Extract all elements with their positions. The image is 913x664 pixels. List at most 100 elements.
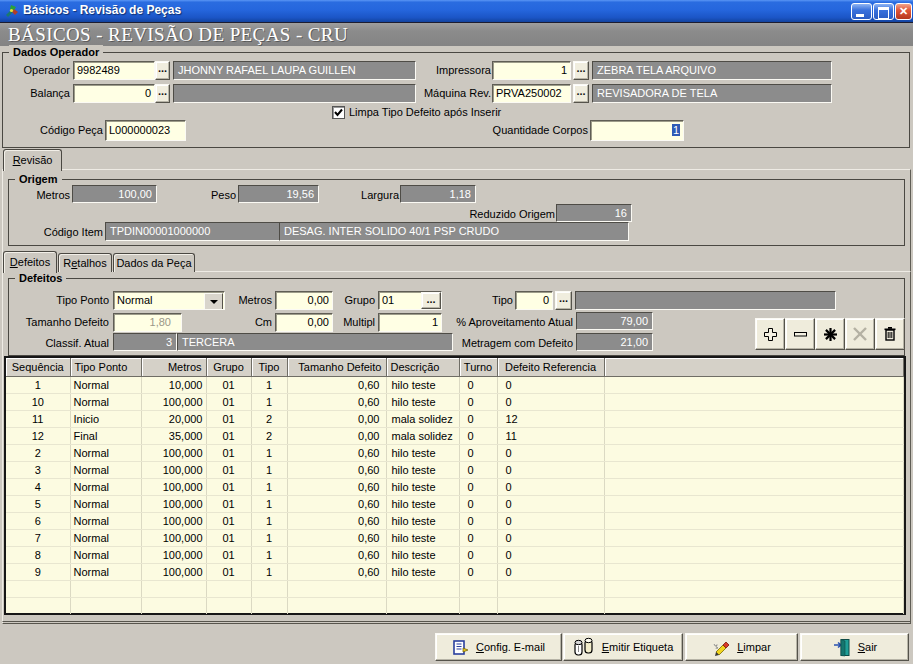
classif-atual-desc-display: TERCERA [177,333,453,351]
cell-turno: 0 [459,376,497,393]
cell-descricao: hilo teste [386,478,459,495]
cell-descricao: mala solidez [386,427,459,444]
cell-tamanho: 0,60 [287,563,386,580]
table-row[interactable]: 9 Normal 100,000 01 1 0,60 hilo teste 0 … [6,563,904,580]
operador-input[interactable]: 9982489 [73,61,155,80]
operador-lookup-button[interactable]: ... [155,61,170,80]
cell-referencia: 0 [497,546,604,563]
col-tipo-ponto[interactable]: Tipo Ponto [70,358,141,376]
cell-metros: 100,000 [141,529,206,546]
origem-peso-display: 19,56 [238,185,319,203]
tab-retalhos[interactable]: Retalhos [58,253,112,272]
tab-defeitos[interactable]: Defeitos [3,251,57,273]
col-tamanho-defeito[interactable]: Tamanho Defeito [287,358,386,376]
cell-tipo: 1 [251,512,287,529]
table-row[interactable]: 10 Normal 100,000 01 1 0,60 hilo teste 0… [6,393,904,410]
sair-icon [832,638,851,657]
balanca-name-display [173,84,416,103]
col-sequencia[interactable]: Sequência [6,358,70,376]
cell-sequencia: 9 [6,563,70,580]
cell-tipo: 1 [251,529,287,546]
minimize-button[interactable] [851,3,872,20]
cell-referencia: 0 [497,529,604,546]
balanca-input[interactable]: 0 [73,84,155,103]
cell-grupo: 01 [206,529,251,546]
maquina-input[interactable]: PRVA250002 [492,84,571,103]
multipl-label: Multipl [295,313,375,332]
cell-referencia: 0 [497,495,604,512]
limpar-button[interactable]: Limpar [685,633,798,661]
maquina-name-display: REVISADORA DE TELA [592,84,832,103]
table-row[interactable]: 4 Normal 100,000 01 1 0,60 hilo teste 0 … [6,478,904,495]
tab-revisao[interactable]: Revisão [3,149,62,171]
balanca-lookup-button[interactable]: ... [155,84,170,103]
cell-grupo: 01 [206,478,251,495]
tab-dados-da-peca[interactable]: Dados da Peça [113,253,195,272]
close-button[interactable]: ✕ [895,3,912,20]
cancel-button[interactable] [845,318,875,350]
cell-sequencia: 11 [6,410,70,427]
impressora-lookup-button[interactable]: ... [573,61,589,80]
remove-button[interactable] [785,318,815,350]
table-header[interactable]: Sequência Tipo Ponto Metros Grupo Tipo T… [6,358,904,376]
table-row[interactable]: 12 Final 35,000 01 2 0,00 mala solidez 0… [6,427,904,444]
defeitos-table[interactable]: Sequência Tipo Ponto Metros Grupo Tipo T… [4,356,906,615]
col-defeito-referencia[interactable]: Defeito Referencia [497,358,604,376]
limpa-tipo-defeito-checkbox[interactable] [332,106,345,119]
codigo-item-desc-display: DESAG. INTER SOLIDO 40/1 PSP CRUDO [279,222,629,241]
tamanho-defeito-input[interactable]: 1,80 [113,313,182,332]
cell-tipo-ponto: Normal [70,478,141,495]
table-row[interactable]: 8 Normal 100,000 01 1 0,60 hilo teste 0 … [6,546,904,563]
col-empty [604,358,904,376]
maquina-lookup-button[interactable]: ... [573,84,589,103]
cell-tamanho: 0,60 [287,512,386,529]
cell-sequencia: 7 [6,529,70,546]
sair-button[interactable]: Sair [800,633,909,661]
codigo-peca-label: Código Peça [3,121,103,140]
table-row[interactable]: 6 Normal 100,000 01 1 0,60 hilo teste 0 … [6,512,904,529]
impressora-input[interactable]: 1 [492,61,571,80]
codigo-peca-input[interactable]: L000000023 [105,120,186,141]
cell-tamanho: 0,60 [287,478,386,495]
table-row[interactable]: 11 Inicio 20,000 01 2 0,00 mala solidez … [6,410,904,427]
cell-sequencia: 1 [6,376,70,393]
limpa-tipo-defeito-label: Limpa Tipo Defeito após Inserir [349,103,501,122]
empty-row [6,597,904,614]
maximize-button[interactable] [873,3,894,20]
cell-tipo: 2 [251,427,287,444]
plus-icon [763,327,778,342]
selected-text: 1 [672,124,680,136]
cell-turno: 0 [459,478,497,495]
col-turno[interactable]: Turno [459,358,497,376]
table-row[interactable]: 3 Normal 100,000 01 1 0,60 hilo teste 0 … [6,461,904,478]
cell-empty [604,444,904,461]
cell-tipo: 1 [251,495,287,512]
table-row[interactable]: 2 Normal 100,000 01 1 0,60 hilo teste 0 … [6,444,904,461]
edit-button[interactable] [815,318,845,350]
table-row[interactable]: 5 Normal 100,000 01 1 0,60 hilo teste 0 … [6,495,904,512]
cell-turno: 0 [459,546,497,563]
add-button[interactable] [755,318,785,350]
config-email-button[interactable]: Config. E-mail [435,633,562,661]
cell-metros: 100,000 [141,546,206,563]
col-tipo[interactable]: Tipo [251,358,287,376]
cell-metros: 100,000 [141,512,206,529]
cell-sequencia: 10 [6,393,70,410]
tipo-input[interactable]: 0 [515,291,553,310]
tamanho-defeito-label: Tamanho Defeito [24,313,109,332]
emitir-etiqueta-button[interactable]: Emitir Etiqueta [563,633,683,661]
tipo-lookup-button[interactable]: ... [555,291,572,310]
cell-empty [604,376,904,393]
col-metros[interactable]: Metros [141,358,206,376]
cell-grupo: 01 [206,427,251,444]
col-grupo[interactable]: Grupo [206,358,251,376]
quantidade-corpos-input[interactable]: 1 [590,120,684,141]
aproveitamento-display: 79,00 [576,312,653,330]
reduzido-origem-display: 16 [556,204,632,222]
delete-button[interactable] [875,318,905,350]
col-descricao[interactable]: Descrição [386,358,459,376]
cell-grupo: 01 [206,546,251,563]
cell-turno: 0 [459,461,497,478]
table-row[interactable]: 7 Normal 100,000 01 1 0,60 hilo teste 0 … [6,529,904,546]
table-row[interactable]: 1 Normal 10,000 01 1 0,60 hilo teste 0 0 [6,376,904,393]
